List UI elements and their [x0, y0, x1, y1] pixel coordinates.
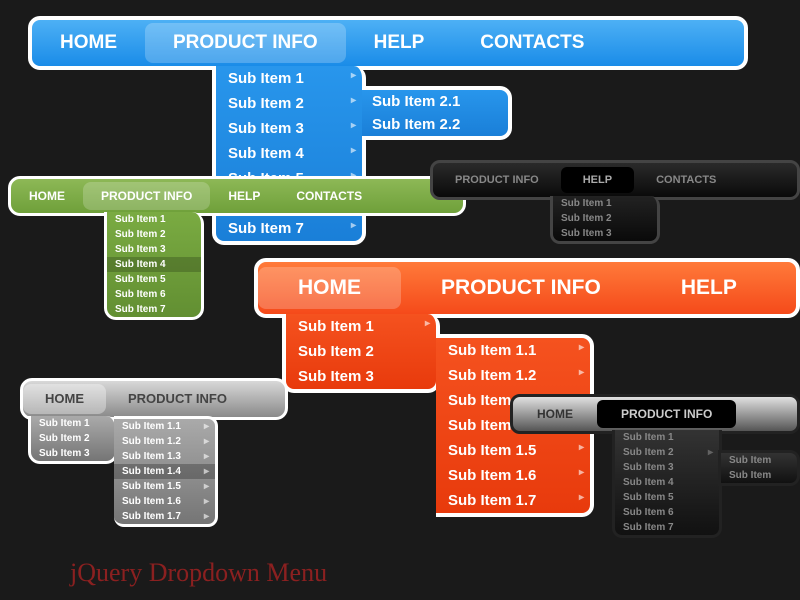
- menu-item-home[interactable]: HOME: [258, 267, 401, 309]
- dark2-flyout: Sub Item Sub Item: [718, 450, 800, 486]
- dropdown-item[interactable]: Sub Item 6: [107, 287, 201, 302]
- dropdown-item[interactable]: Sub Item 6: [615, 505, 719, 520]
- flyout-item[interactable]: Sub Item 2.2: [362, 113, 508, 136]
- dropdown-item[interactable]: Sub Item 5: [107, 272, 201, 287]
- dropdown-item[interactable]: Sub Item 3: [216, 116, 362, 141]
- dropdown-item[interactable]: Sub Item 1: [216, 66, 362, 91]
- dropdown-item[interactable]: Sub Item 3: [31, 446, 115, 461]
- dropdown-item[interactable]: Sub Item 2: [286, 339, 436, 364]
- page-title: jQuery Dropdown Menu: [70, 558, 327, 588]
- flyout-item[interactable]: Sub Item: [721, 468, 797, 483]
- dropdown-item[interactable]: Sub Item 1: [553, 196, 657, 211]
- dropdown-item[interactable]: Sub Item 4: [615, 475, 719, 490]
- dropdown-item[interactable]: Sub Item 3: [107, 242, 201, 257]
- gray-menu: HOME PRODUCT INFO: [20, 378, 288, 420]
- menu-item-help[interactable]: HELP: [210, 182, 278, 210]
- menu-item-home[interactable]: HOME: [32, 23, 145, 63]
- gray-dropdown: Sub Item 1 Sub Item 2 Sub Item 3: [28, 416, 118, 464]
- flyout-item[interactable]: Sub Item 1.2: [436, 363, 590, 388]
- dropdown-item[interactable]: Sub Item 3: [615, 460, 719, 475]
- flyout-item[interactable]: Sub Item: [721, 453, 797, 468]
- green-menu-top: HOME PRODUCT INFO HELP CONTACTS: [11, 179, 463, 213]
- flyout-item[interactable]: Sub Item 1.6: [114, 494, 215, 509]
- flyout-item[interactable]: Sub Item 1.3: [114, 449, 215, 464]
- menu-item-home[interactable]: HOME: [513, 400, 597, 428]
- menu-item-contacts[interactable]: CONTACTS: [452, 23, 612, 63]
- menu-item-help[interactable]: HELP: [641, 267, 777, 309]
- gray-menu-top: HOME PRODUCT INFO: [23, 381, 285, 417]
- dark2-menu-top: HOME PRODUCT INFO: [513, 397, 797, 431]
- menu-item-product-info[interactable]: PRODUCT INFO: [597, 400, 736, 428]
- flyout-item[interactable]: Sub Item 1.5: [436, 438, 590, 463]
- menu-item-home[interactable]: HOME: [23, 384, 106, 414]
- menu-item-product-info[interactable]: PRODUCT INFO: [106, 384, 249, 414]
- menu-item-contacts[interactable]: CONTACTS: [278, 182, 380, 210]
- dropdown-item[interactable]: Sub Item 3: [286, 364, 436, 389]
- dropdown-item[interactable]: Sub Item 2: [553, 211, 657, 226]
- flyout-item[interactable]: Sub Item 1.6: [436, 463, 590, 488]
- flyout-item-selected[interactable]: Sub Item 1.4: [114, 464, 215, 479]
- dark1-dropdown: Sub Item 1 Sub Item 2 Sub Item 3: [550, 196, 660, 244]
- menu-item-help[interactable]: HELP: [561, 167, 634, 193]
- dropdown-item[interactable]: Sub Item 2: [107, 227, 201, 242]
- menu-item-contacts[interactable]: CONTACTS: [634, 167, 738, 193]
- blue-menu-top: HOME PRODUCT INFO HELP CONTACTS: [32, 20, 744, 66]
- blue-flyout: Sub Item 2.1 Sub Item 2.2: [362, 86, 512, 140]
- menu-item-product-info[interactable]: PRODUCT INFO: [433, 167, 561, 193]
- menu-item-product-info[interactable]: PRODUCT INFO: [83, 182, 210, 210]
- orange-menu: HOME PRODUCT INFO HELP: [254, 258, 800, 318]
- menu-item-home[interactable]: HOME: [11, 182, 83, 210]
- menu-item-help[interactable]: HELP: [346, 23, 453, 63]
- dropdown-item-selected[interactable]: Sub Item 4: [107, 257, 201, 272]
- flyout-item[interactable]: Sub Item 1.7: [114, 509, 215, 524]
- flyout-item[interactable]: Sub Item 1.1: [114, 419, 215, 434]
- flyout-item[interactable]: Sub Item 1.5: [114, 479, 215, 494]
- green-dropdown: Sub Item 1 Sub Item 2 Sub Item 3 Sub Ite…: [104, 212, 204, 320]
- flyout-item[interactable]: Sub Item 1.1: [436, 338, 590, 363]
- orange-menu-top: HOME PRODUCT INFO HELP: [258, 262, 796, 314]
- green-menu: HOME PRODUCT INFO HELP CONTACTS: [8, 176, 466, 216]
- menu-item-product-info[interactable]: PRODUCT INFO: [145, 23, 346, 63]
- dropdown-item[interactable]: Sub Item 1: [615, 430, 719, 445]
- dropdown-item[interactable]: Sub Item 1: [107, 212, 201, 227]
- dropdown-item[interactable]: Sub Item 7: [107, 302, 201, 317]
- blue-menu: HOME PRODUCT INFO HELP CONTACTS: [28, 16, 748, 70]
- dark2-menu: HOME PRODUCT INFO: [510, 394, 800, 434]
- blue-dropdown: Sub Item 1 Sub Item 2 Sub Item 3 Sub Ite…: [212, 66, 366, 245]
- dark1-menu: PRODUCT INFO HELP CONTACTS: [430, 160, 800, 200]
- dropdown-item[interactable]: Sub Item 3: [553, 226, 657, 241]
- dropdown-item[interactable]: Sub Item 1: [286, 314, 436, 339]
- dropdown-item[interactable]: Sub Item 5: [615, 490, 719, 505]
- dark2-dropdown: Sub Item 1 Sub Item 2 Sub Item 3 Sub Ite…: [612, 430, 722, 538]
- gray-flyout: Sub Item 1.1 Sub Item 1.2 Sub Item 1.3 S…: [114, 416, 218, 527]
- dropdown-item[interactable]: Sub Item 7: [615, 520, 719, 535]
- dropdown-item[interactable]: Sub Item 1: [31, 416, 115, 431]
- dark1-menu-top: PRODUCT INFO HELP CONTACTS: [433, 163, 797, 197]
- flyout-item[interactable]: Sub Item 1.7: [436, 488, 590, 513]
- flyout-item[interactable]: Sub Item 1.2: [114, 434, 215, 449]
- dropdown-item[interactable]: Sub Item 7: [216, 216, 362, 241]
- orange-dropdown: Sub Item 1 Sub Item 2 Sub Item 3: [282, 314, 440, 393]
- dropdown-item[interactable]: Sub Item 2: [31, 431, 115, 446]
- dropdown-item[interactable]: Sub Item 2: [216, 91, 362, 116]
- dropdown-item[interactable]: Sub Item 2: [615, 445, 719, 460]
- menu-item-product-info[interactable]: PRODUCT INFO: [401, 267, 641, 309]
- dropdown-item[interactable]: Sub Item 4: [216, 141, 362, 166]
- flyout-item[interactable]: Sub Item 2.1: [362, 90, 508, 113]
